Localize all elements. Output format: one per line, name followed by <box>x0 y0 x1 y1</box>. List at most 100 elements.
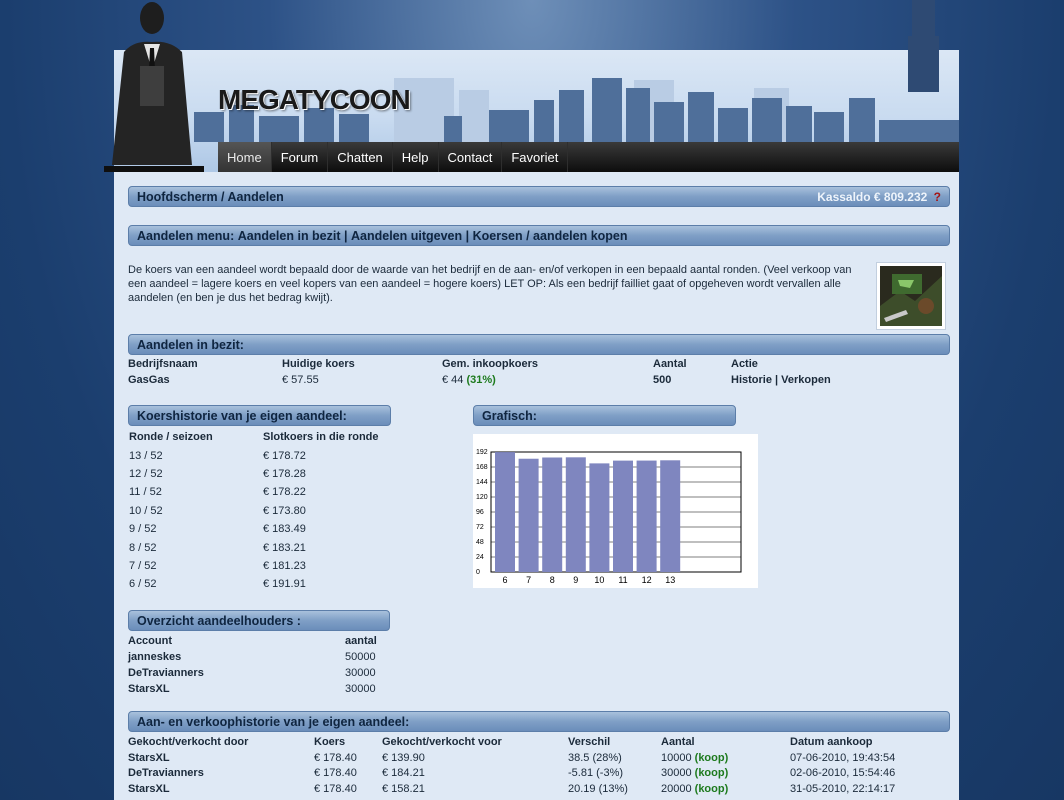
trades-header-date: Datum aankoop <box>790 736 873 748</box>
site-logo[interactable]: MEGATYCOON <box>218 84 411 116</box>
trade-amount-value: 20000 <box>661 783 692 795</box>
chart-ytick-label: 72 <box>476 524 484 531</box>
title-bar: Hoofdscherm / Aandelen Kassaldo € 809.23… <box>128 186 950 207</box>
help-icon[interactable]: ? <box>934 190 941 204</box>
trade-diff: -5.81 (-3%) <box>568 767 624 779</box>
chart-bar <box>495 452 515 572</box>
shareholder-account: StarsXL <box>128 683 170 695</box>
history-round: 10 / 52 <box>129 505 163 517</box>
history-round: 13 / 52 <box>129 450 163 462</box>
chart-ytick-label: 120 <box>476 494 488 501</box>
trades-title: Aan- en verkoophistorie van je eigen aan… <box>137 714 410 729</box>
chart-bar <box>660 460 681 572</box>
trade-amount-value: 30000 <box>661 767 692 779</box>
history-header-price: Slotkoers in die ronde <box>263 431 379 443</box>
trade-amount: 10000 (koop) <box>661 752 728 764</box>
stock-image <box>876 262 946 330</box>
chart-ytick-label: 168 <box>476 464 488 471</box>
holdings-header-current: Huidige koers <box>282 358 355 370</box>
breadcrumb: Hoofdscherm / Aandelen <box>137 189 284 204</box>
chart-ytick-label: 192 <box>476 449 488 456</box>
chart-bar <box>518 458 539 572</box>
history-round: 12 / 52 <box>129 468 163 480</box>
shareholders-header-account: Account <box>128 635 172 647</box>
nav-help[interactable]: Help <box>393 142 439 172</box>
trade-for: € 184.21 <box>382 767 425 779</box>
trade-diff: 20.19 (13%) <box>568 783 628 795</box>
chart-bar <box>589 463 610 572</box>
main-content: Hoofdscherm / Aandelen Kassaldo € 809.23… <box>114 172 959 800</box>
trade-amount-value: 10000 <box>661 752 692 764</box>
holding-avg: € 44 (31%) <box>442 374 496 386</box>
chart-bar <box>542 457 563 572</box>
holdings-bar: Aandelen in bezit: <box>128 334 950 355</box>
trade-date: 31-05-2010, 22:14:17 <box>790 783 896 795</box>
chart-xtick-label: 11 <box>618 575 627 585</box>
nav-favoriet[interactable]: Favoriet <box>502 142 569 172</box>
trade-who: StarsXL <box>128 783 170 795</box>
history-price: € 181.23 <box>263 560 306 572</box>
chart-ytick-label: 144 <box>476 479 488 486</box>
trades-header-price: Koers <box>314 736 346 748</box>
history-round: 11 / 52 <box>129 486 162 498</box>
chart-xtick-label: 6 <box>502 575 507 585</box>
trade-price: € 178.40 <box>314 752 357 764</box>
trade-diff: 38.5 (28%) <box>568 752 622 764</box>
trade-for: € 139.90 <box>382 752 425 764</box>
holding-company: GasGas <box>128 374 170 386</box>
history-bar: Koershistorie van je eigen aandeel: <box>128 405 391 426</box>
nav-contact[interactable]: Contact <box>439 142 503 172</box>
history-price: € 178.22 <box>263 486 306 498</box>
sell-link[interactable]: Verkopen <box>781 374 831 386</box>
trades-header-for: Gekocht/verkocht voor <box>382 736 502 748</box>
main-nav: Home Forum Chatten Help Contact Favoriet <box>218 142 959 172</box>
holdings-title: Aandelen in bezit: <box>137 337 244 352</box>
holding-avg-pct: (31%) <box>466 374 496 386</box>
chart-ytick-label: 48 <box>476 539 484 546</box>
trade-date: 02-06-2010, 15:54:46 <box>790 767 896 779</box>
chart-bar <box>613 460 633 572</box>
trades-header-who: Gekocht/verkocht door <box>128 736 249 748</box>
nav-forum[interactable]: Forum <box>272 142 329 172</box>
trades-bar: Aan- en verkoophistorie van je eigen aan… <box>128 711 950 732</box>
trade-type: (koop) <box>694 783 729 795</box>
chart-bar <box>565 457 586 572</box>
trade-amount: 30000 (koop) <box>661 767 728 779</box>
holding-current: € 57.55 <box>282 374 319 386</box>
chart-ytick-label: 24 <box>476 554 484 561</box>
action-separator: | <box>775 374 779 386</box>
chart-section-title: Grafisch: <box>482 408 537 423</box>
nav-home[interactable]: Home <box>218 142 272 172</box>
nav-chatten[interactable]: Chatten <box>328 142 393 172</box>
menu-link-koersen[interactable]: Koersen / aandelen kopen <box>473 229 628 243</box>
shareholder-account: janneskes <box>128 651 182 663</box>
history-link[interactable]: Historie <box>731 374 772 386</box>
holding-avg-value: € 44 <box>442 374 464 386</box>
shareholders-title: Overzicht aandeelhouders : <box>137 613 301 628</box>
menu-link-uitgeven[interactable]: Aandelen uitgeven <box>351 229 462 243</box>
history-round: 8 / 52 <box>129 542 157 554</box>
chart-xtick-label: 10 <box>594 575 604 585</box>
shareholders-header-amount: aantal <box>345 635 377 647</box>
chart-ytick-label: 0 <box>476 569 480 576</box>
trade-for: € 158.21 <box>382 783 425 795</box>
trade-price: € 178.40 <box>314 767 357 779</box>
history-title: Koershistorie van je eigen aandeel: <box>137 408 347 423</box>
price-chart: 0 24 48 72 96 120 144 168 192 6 7 8 9 10 11 12 13 <box>473 434 758 588</box>
chart-bar: Grafisch: <box>473 405 736 426</box>
page-frame: MEGATYCOON Home Forum Chatten Help Conta… <box>104 0 959 800</box>
chart-ytick-label: 96 <box>476 509 484 516</box>
history-price: € 183.49 <box>263 523 306 535</box>
tower-graphic <box>908 0 939 92</box>
holdings-header-company: Bedrijfsnaam <box>128 358 198 370</box>
trade-type: (koop) <box>694 752 729 764</box>
balance-display: Kassaldo € 809.232 ? <box>817 190 941 204</box>
trade-type: (koop) <box>694 767 729 779</box>
shareholder-amount: 50000 <box>345 651 376 663</box>
menu-separator: | <box>344 228 348 243</box>
holdings-header-avg: Gem. inkoopkoers <box>442 358 538 370</box>
chart-xtick-label: 13 <box>665 575 675 585</box>
price-chart-svg: 0 24 48 72 96 120 144 168 192 6 7 8 9 10 11 12 13 <box>476 449 742 585</box>
menu-link-in-bezit[interactable]: Aandelen in bezit <box>238 229 341 243</box>
intro-text: De koers van een aandeel wordt bepaald d… <box>128 264 852 304</box>
